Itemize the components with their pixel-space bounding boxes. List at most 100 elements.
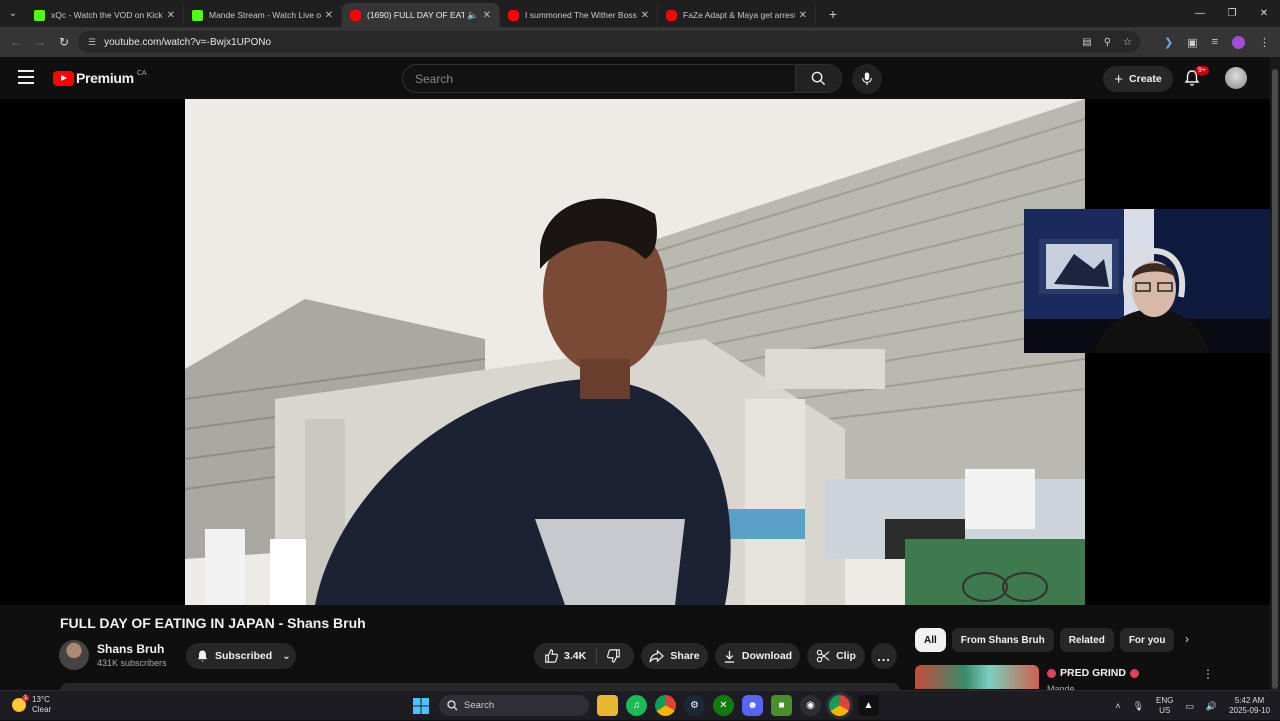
chevron-right-icon[interactable]: ›: [1185, 632, 1189, 646]
download-icon: [724, 650, 735, 663]
youtube-favicon-icon: [508, 9, 519, 21]
browser-tab-4[interactable]: I summoned The Wither Boss in ✕: [500, 3, 658, 27]
minimize-icon[interactable]: —: [1184, 0, 1216, 27]
site-info-icon[interactable]: ☰: [88, 37, 96, 48]
browser-tab-3-active[interactable]: (1690) FULL DAY OF EATING 🔈 ✕: [342, 3, 500, 27]
account-avatar[interactable]: [1225, 67, 1247, 89]
system-tray: ˄ 🎙 ENG US ▭ 🔊 5:42 AM 2025-09-10: [1115, 691, 1270, 721]
forward-icon[interactable]: →: [28, 35, 52, 49]
chip-from-channel[interactable]: From Shans Bruh: [951, 628, 1054, 652]
chip-related[interactable]: Related: [1059, 628, 1114, 652]
youtube-header: Premium CA + Create 9+: [0, 57, 1280, 99]
search-button[interactable]: [795, 65, 841, 92]
youtube-premium-logo[interactable]: Premium CA: [53, 70, 147, 86]
subscribed-label: Subscribed: [215, 650, 273, 662]
browser-menu-icon[interactable]: ⋮: [1259, 36, 1270, 49]
tab-search-chevron-icon[interactable]: ⌄: [0, 0, 26, 27]
channel-name[interactable]: Shans Bruh: [97, 642, 164, 656]
url-text: youtube.com/watch?v=-Bwjx1UPONo: [104, 36, 272, 48]
voice-search-button[interactable]: [852, 64, 882, 94]
system-clock[interactable]: 5:42 AM 2025-09-10: [1229, 696, 1270, 716]
browser-tab-strip: ⌄ xQc - Watch the VOD on Kick ✕ Mande St…: [0, 0, 1280, 27]
tab-close-icon[interactable]: ✕: [799, 10, 807, 21]
close-window-icon[interactable]: ✕: [1248, 0, 1280, 27]
browser-toolbar: ← → ↻ ☰ youtube.com/watch?v=-Bwjx1UPONo …: [0, 27, 1280, 57]
plus-icon: +: [1114, 70, 1124, 88]
microphone-tray-icon[interactable]: 🎙: [1133, 701, 1144, 712]
subscribed-button[interactable]: Subscribed ⌄: [186, 643, 296, 669]
cast-icon[interactable]: ▤: [1082, 37, 1091, 48]
more-actions-button[interactable]: ...: [871, 643, 897, 669]
video-player[interactable]: [185, 99, 1085, 605]
reload-icon[interactable]: ↻: [52, 35, 76, 49]
extension-audio-icon[interactable]: ❯: [1164, 36, 1173, 49]
kick-favicon-icon: [34, 9, 45, 21]
tab-audio-icon[interactable]: 🔈: [467, 10, 478, 21]
chrome-active-icon[interactable]: [829, 695, 850, 716]
channel-avatar[interactable]: [59, 640, 89, 670]
menu-hamburger-icon[interactable]: [18, 70, 34, 88]
chip-for-you[interactable]: For you: [1119, 628, 1175, 652]
display-icon[interactable]: ▭: [1185, 701, 1194, 712]
maximize-icon[interactable]: ❐: [1216, 0, 1248, 27]
notifications-button[interactable]: 9+: [1184, 66, 1209, 89]
like-button[interactable]: 3.4K: [534, 648, 598, 664]
address-bar[interactable]: ☰ youtube.com/watch?v=-Bwjx1UPONo ▤ ⚲ ☆: [78, 31, 1140, 53]
taskbar-search-box[interactable]: Search: [439, 695, 589, 716]
browser-tab-1[interactable]: xQc - Watch the VOD on Kick ✕: [26, 3, 184, 27]
tab-close-icon[interactable]: ✕: [167, 10, 175, 21]
file-explorer-icon[interactable]: [597, 695, 618, 716]
minecraft-icon[interactable]: ■: [771, 695, 792, 716]
tray-overflow-icon[interactable]: ˄: [1115, 701, 1120, 711]
share-button[interactable]: Share: [641, 643, 708, 669]
obs-icon[interactable]: ◉: [800, 695, 821, 716]
video-frame-image: [185, 99, 1085, 605]
search-box: [402, 64, 842, 93]
tab-close-icon[interactable]: ✕: [483, 10, 491, 21]
zoom-icon[interactable]: ⚲: [1104, 37, 1111, 48]
steam-icon[interactable]: ⚙: [684, 695, 705, 716]
tab-title: I summoned The Wither Boss in: [525, 10, 637, 20]
profile-avatar-icon[interactable]: [1232, 35, 1245, 49]
scrollbar-thumb[interactable]: [1272, 69, 1278, 689]
weather-widget[interactable]: 1 13°C Clear: [12, 695, 51, 715]
xbox-icon[interactable]: ✕: [713, 695, 734, 716]
dislike-button[interactable]: [597, 649, 631, 663]
discord-icon[interactable]: ☻: [742, 695, 763, 716]
clip-button[interactable]: Clip: [807, 643, 865, 669]
terminal-app-icon[interactable]: ▲: [858, 695, 879, 716]
temperature: 13°C: [32, 695, 50, 704]
tab-close-icon[interactable]: ✕: [641, 10, 649, 21]
create-label: Create: [1129, 73, 1162, 85]
recommendation-thumbnail[interactable]: [915, 665, 1039, 689]
more-vertical-icon[interactable]: ⋮: [1202, 667, 1214, 681]
clip-label: Clip: [836, 650, 856, 662]
back-icon[interactable]: ←: [4, 35, 28, 49]
download-button[interactable]: Download: [715, 643, 800, 669]
scissors-icon: [816, 649, 830, 663]
browser-tab-5[interactable]: FaZe Adapt & Maya get arreste ✕: [658, 3, 816, 27]
spotify-icon[interactable]: ♫: [626, 695, 647, 716]
windows-logo-icon: [412, 697, 429, 714]
create-button[interactable]: + Create: [1103, 66, 1173, 92]
windows-taskbar: 1 13°C Clear Search ♫ ⚙ ✕ ☻ ■ ◉ ▲ ˄ 🎙 EN…: [0, 690, 1280, 720]
logo-wordmark: Premium: [76, 70, 134, 86]
new-tab-button[interactable]: +: [822, 3, 844, 25]
recommendation-title[interactable]: PRED GRIND: [1047, 667, 1139, 679]
volume-icon[interactable]: 🔊: [1206, 701, 1217, 712]
youtube-favicon-icon: [666, 9, 677, 21]
windows-start-icon[interactable]: [410, 695, 431, 716]
browser-tab-2[interactable]: Mande Stream - Watch Live on ✕: [184, 3, 342, 27]
tab-close-icon[interactable]: ✕: [325, 10, 333, 21]
chip-all[interactable]: All: [915, 628, 946, 652]
bookmark-star-icon[interactable]: ☆: [1123, 37, 1132, 48]
recommendation-title-text: PRED GRIND: [1060, 667, 1126, 679]
language-indicator[interactable]: ENG US: [1156, 696, 1173, 716]
chrome-icon[interactable]: [655, 695, 676, 716]
search-input[interactable]: [403, 65, 795, 92]
page-scrollbar[interactable]: [1270, 57, 1280, 690]
webcam-image: [1024, 209, 1280, 353]
reading-list-icon[interactable]: ≡: [1212, 36, 1218, 48]
weather-badge: 1: [22, 695, 30, 701]
extensions-puzzle-icon[interactable]: ▣: [1187, 36, 1197, 49]
